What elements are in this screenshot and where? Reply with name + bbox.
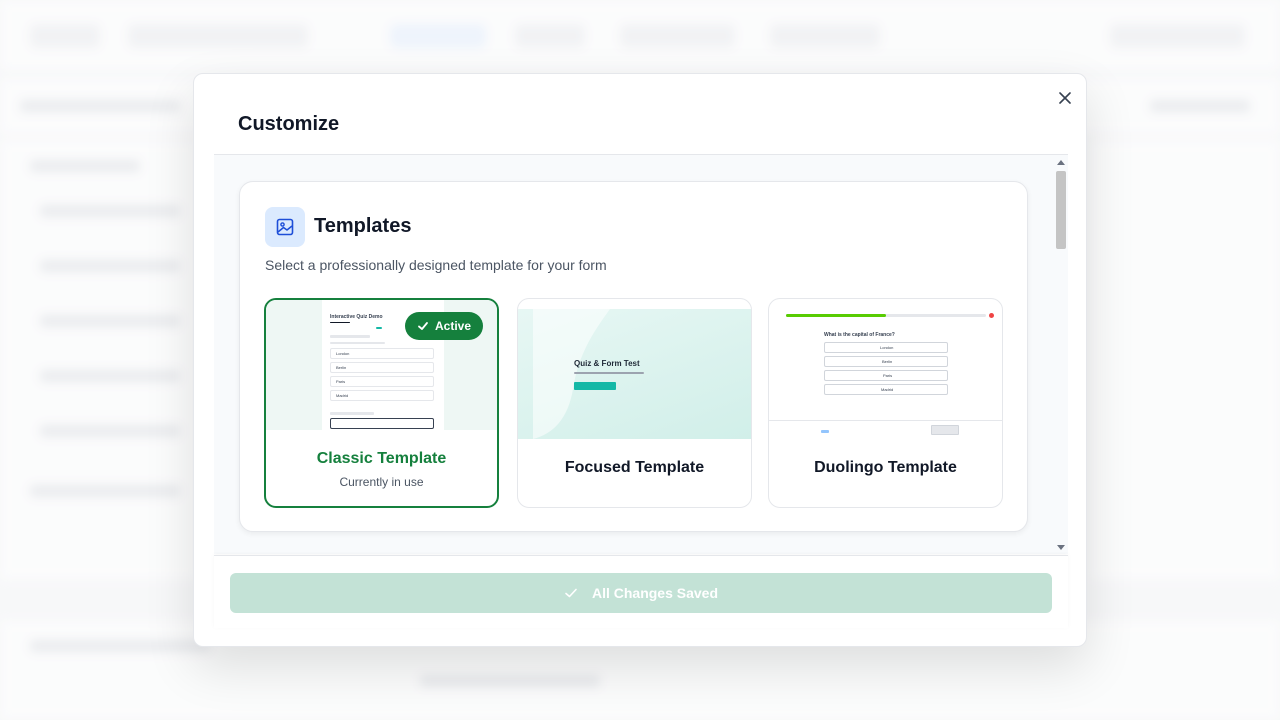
classic-preview-option: Madrid [330,390,434,401]
classic-preview-option: Paris [330,376,434,387]
template-card-focused[interactable]: Quiz & Form Test Focused Template [517,298,752,508]
classic-preview-heading: Interactive Quiz Demo [330,314,383,320]
modal-footer: All Changes Saved [214,555,1068,628]
templates-card: Templates Select a professionally design… [239,181,1028,532]
template-status-classic: Currently in use [339,475,424,489]
focused-preview-heading: Quiz & Form Test [574,359,640,368]
templates-icon-wrap [265,207,305,247]
modal-body[interactable]: Templates Select a professionally design… [214,154,1068,554]
active-badge-label: Active [435,319,472,333]
templates-description: Select a professionally designed templat… [265,257,607,273]
modal-scrollbar[interactable] [1054,155,1068,554]
all-changes-saved-button[interactable]: All Changes Saved [230,573,1052,613]
close-icon [1059,92,1071,104]
template-card-classic[interactable]: Interactive Quiz Demo London Berlin Pari… [264,298,499,508]
template-name-duolingo: Duolingo Template [814,459,957,476]
duolingo-preview-question: What is the capital of France? [824,332,895,338]
check-icon [418,322,428,330]
templates-title: Templates [314,215,412,237]
focused-preview: Quiz & Form Test [518,309,751,439]
duolingo-preview: What is the capital of France? London Be… [769,309,1002,439]
image-icon [276,218,294,236]
template-name-focused: Focused Template [564,459,705,476]
scroll-thumb[interactable] [1056,171,1066,249]
scroll-down-arrow-icon[interactable] [1057,545,1065,550]
check-icon [565,588,577,598]
save-button-label: All Changes Saved [591,585,719,601]
scroll-up-arrow-icon[interactable] [1057,160,1065,165]
template-name-classic: Classic Template [316,450,447,467]
active-badge: Active [405,312,484,340]
close-button[interactable] [1054,87,1076,109]
modal-title: Customize [238,113,340,135]
template-card-duolingo[interactable]: What is the capital of France? London Be… [768,298,1003,508]
customize-modal: Customize Templates Select a professiona… [193,73,1087,647]
classic-preview-option: Berlin [330,362,434,373]
classic-preview-option: London [330,348,434,359]
